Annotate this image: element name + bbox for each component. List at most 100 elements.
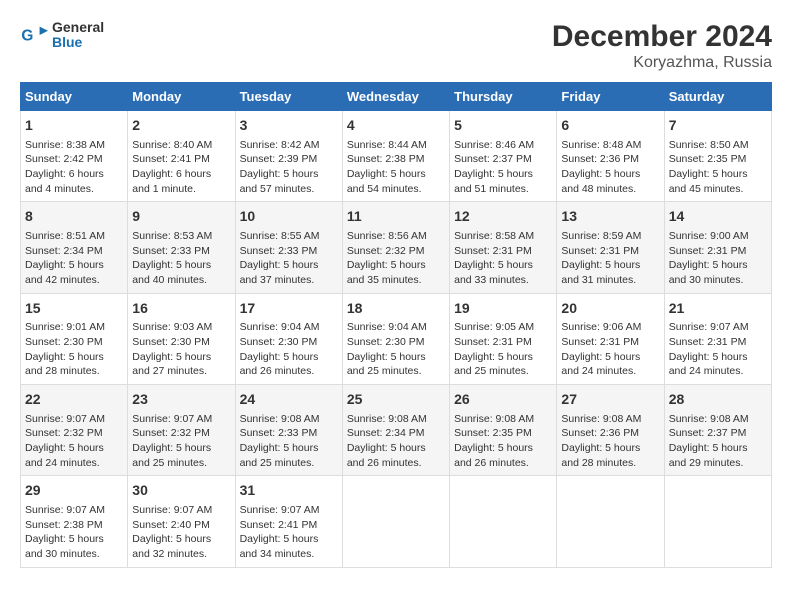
day-number: 27 xyxy=(561,390,659,410)
header-col-thursday: Thursday xyxy=(450,83,557,111)
day-info: Sunrise: 9:08 AM Sunset: 2:34 PM Dayligh… xyxy=(347,412,445,471)
day-cell: 7Sunrise: 8:50 AM Sunset: 2:35 PM Daylig… xyxy=(664,111,771,202)
day-cell xyxy=(450,476,557,567)
day-number: 1 xyxy=(25,116,123,136)
header-col-monday: Monday xyxy=(128,83,235,111)
day-cell: 10Sunrise: 8:55 AM Sunset: 2:33 PM Dayli… xyxy=(235,202,342,293)
day-info: Sunrise: 9:08 AM Sunset: 2:33 PM Dayligh… xyxy=(240,412,338,471)
day-number: 16 xyxy=(132,299,230,319)
day-info: Sunrise: 9:07 AM Sunset: 2:41 PM Dayligh… xyxy=(240,503,338,562)
day-info: Sunrise: 8:38 AM Sunset: 2:42 PM Dayligh… xyxy=(25,138,123,197)
week-row-4: 22Sunrise: 9:07 AM Sunset: 2:32 PM Dayli… xyxy=(21,385,772,476)
calendar-table: SundayMondayTuesdayWednesdayThursdayFrid… xyxy=(20,82,772,568)
day-cell: 15Sunrise: 9:01 AM Sunset: 2:30 PM Dayli… xyxy=(21,293,128,384)
day-number: 6 xyxy=(561,116,659,136)
day-cell xyxy=(664,476,771,567)
day-number: 19 xyxy=(454,299,552,319)
calendar-body: 1Sunrise: 8:38 AM Sunset: 2:42 PM Daylig… xyxy=(21,111,772,568)
day-number: 7 xyxy=(669,116,767,136)
day-number: 23 xyxy=(132,390,230,410)
day-cell xyxy=(557,476,664,567)
day-number: 18 xyxy=(347,299,445,319)
day-info: Sunrise: 9:04 AM Sunset: 2:30 PM Dayligh… xyxy=(240,320,338,379)
day-number: 8 xyxy=(25,207,123,227)
day-number: 31 xyxy=(240,481,338,501)
day-cell: 23Sunrise: 9:07 AM Sunset: 2:32 PM Dayli… xyxy=(128,385,235,476)
week-row-3: 15Sunrise: 9:01 AM Sunset: 2:30 PM Dayli… xyxy=(21,293,772,384)
day-info: Sunrise: 8:59 AM Sunset: 2:31 PM Dayligh… xyxy=(561,229,659,288)
day-number: 26 xyxy=(454,390,552,410)
day-cell: 30Sunrise: 9:07 AM Sunset: 2:40 PM Dayli… xyxy=(128,476,235,567)
header-col-tuesday: Tuesday xyxy=(235,83,342,111)
day-cell: 19Sunrise: 9:05 AM Sunset: 2:31 PM Dayli… xyxy=(450,293,557,384)
week-row-2: 8Sunrise: 8:51 AM Sunset: 2:34 PM Daylig… xyxy=(21,202,772,293)
day-info: Sunrise: 9:06 AM Sunset: 2:31 PM Dayligh… xyxy=(561,320,659,379)
day-cell: 3Sunrise: 8:42 AM Sunset: 2:39 PM Daylig… xyxy=(235,111,342,202)
day-info: Sunrise: 9:07 AM Sunset: 2:32 PM Dayligh… xyxy=(25,412,123,471)
calendar-title: December 2024 xyxy=(552,20,772,54)
day-info: Sunrise: 9:01 AM Sunset: 2:30 PM Dayligh… xyxy=(25,320,123,379)
day-cell: 27Sunrise: 9:08 AM Sunset: 2:36 PM Dayli… xyxy=(557,385,664,476)
day-info: Sunrise: 8:40 AM Sunset: 2:41 PM Dayligh… xyxy=(132,138,230,197)
day-number: 12 xyxy=(454,207,552,227)
day-number: 3 xyxy=(240,116,338,136)
day-number: 14 xyxy=(669,207,767,227)
logo-line1: General xyxy=(52,20,104,35)
day-info: Sunrise: 9:03 AM Sunset: 2:30 PM Dayligh… xyxy=(132,320,230,379)
day-cell: 16Sunrise: 9:03 AM Sunset: 2:30 PM Dayli… xyxy=(128,293,235,384)
day-cell: 8Sunrise: 8:51 AM Sunset: 2:34 PM Daylig… xyxy=(21,202,128,293)
day-cell: 24Sunrise: 9:08 AM Sunset: 2:33 PM Dayli… xyxy=(235,385,342,476)
week-row-1: 1Sunrise: 8:38 AM Sunset: 2:42 PM Daylig… xyxy=(21,111,772,202)
day-info: Sunrise: 8:55 AM Sunset: 2:33 PM Dayligh… xyxy=(240,229,338,288)
day-cell: 17Sunrise: 9:04 AM Sunset: 2:30 PM Dayli… xyxy=(235,293,342,384)
day-number: 15 xyxy=(25,299,123,319)
day-number: 20 xyxy=(561,299,659,319)
calendar-subtitle: Koryazhma, Russia xyxy=(552,54,772,72)
day-cell: 20Sunrise: 9:06 AM Sunset: 2:31 PM Dayli… xyxy=(557,293,664,384)
day-info: Sunrise: 9:08 AM Sunset: 2:36 PM Dayligh… xyxy=(561,412,659,471)
title-area: December 2024 Koryazhma, Russia xyxy=(552,20,772,72)
calendar-header: SundayMondayTuesdayWednesdayThursdayFrid… xyxy=(21,83,772,111)
day-info: Sunrise: 8:48 AM Sunset: 2:36 PM Dayligh… xyxy=(561,138,659,197)
day-cell: 9Sunrise: 8:53 AM Sunset: 2:33 PM Daylig… xyxy=(128,202,235,293)
day-cell: 31Sunrise: 9:07 AM Sunset: 2:41 PM Dayli… xyxy=(235,476,342,567)
day-info: Sunrise: 9:07 AM Sunset: 2:40 PM Dayligh… xyxy=(132,503,230,562)
day-number: 10 xyxy=(240,207,338,227)
day-info: Sunrise: 9:07 AM Sunset: 2:32 PM Dayligh… xyxy=(132,412,230,471)
day-cell: 5Sunrise: 8:46 AM Sunset: 2:37 PM Daylig… xyxy=(450,111,557,202)
day-info: Sunrise: 8:53 AM Sunset: 2:33 PM Dayligh… xyxy=(132,229,230,288)
day-info: Sunrise: 9:08 AM Sunset: 2:35 PM Dayligh… xyxy=(454,412,552,471)
logo-line2: Blue xyxy=(52,35,104,50)
day-cell: 13Sunrise: 8:59 AM Sunset: 2:31 PM Dayli… xyxy=(557,202,664,293)
svg-text:G: G xyxy=(21,28,33,45)
week-row-5: 29Sunrise: 9:07 AM Sunset: 2:38 PM Dayli… xyxy=(21,476,772,567)
day-info: Sunrise: 8:56 AM Sunset: 2:32 PM Dayligh… xyxy=(347,229,445,288)
page-header: G General Blue December 2024 Koryazhma, … xyxy=(20,20,772,72)
day-number: 28 xyxy=(669,390,767,410)
day-cell: 1Sunrise: 8:38 AM Sunset: 2:42 PM Daylig… xyxy=(21,111,128,202)
day-cell: 11Sunrise: 8:56 AM Sunset: 2:32 PM Dayli… xyxy=(342,202,449,293)
logo: G General Blue xyxy=(20,20,104,51)
day-info: Sunrise: 8:50 AM Sunset: 2:35 PM Dayligh… xyxy=(669,138,767,197)
day-cell: 26Sunrise: 9:08 AM Sunset: 2:35 PM Dayli… xyxy=(450,385,557,476)
day-cell: 25Sunrise: 9:08 AM Sunset: 2:34 PM Dayli… xyxy=(342,385,449,476)
logo-text: General Blue xyxy=(52,20,104,51)
day-info: Sunrise: 9:08 AM Sunset: 2:37 PM Dayligh… xyxy=(669,412,767,471)
day-number: 9 xyxy=(132,207,230,227)
day-cell: 22Sunrise: 9:07 AM Sunset: 2:32 PM Dayli… xyxy=(21,385,128,476)
day-info: Sunrise: 8:42 AM Sunset: 2:39 PM Dayligh… xyxy=(240,138,338,197)
day-cell: 12Sunrise: 8:58 AM Sunset: 2:31 PM Dayli… xyxy=(450,202,557,293)
logo-icon: G xyxy=(20,21,48,49)
day-number: 30 xyxy=(132,481,230,501)
day-number: 11 xyxy=(347,207,445,227)
day-cell xyxy=(342,476,449,567)
day-number: 17 xyxy=(240,299,338,319)
day-number: 13 xyxy=(561,207,659,227)
day-number: 25 xyxy=(347,390,445,410)
day-info: Sunrise: 8:51 AM Sunset: 2:34 PM Dayligh… xyxy=(25,229,123,288)
day-cell: 29Sunrise: 9:07 AM Sunset: 2:38 PM Dayli… xyxy=(21,476,128,567)
header-col-friday: Friday xyxy=(557,83,664,111)
day-number: 4 xyxy=(347,116,445,136)
header-col-wednesday: Wednesday xyxy=(342,83,449,111)
header-col-saturday: Saturday xyxy=(664,83,771,111)
